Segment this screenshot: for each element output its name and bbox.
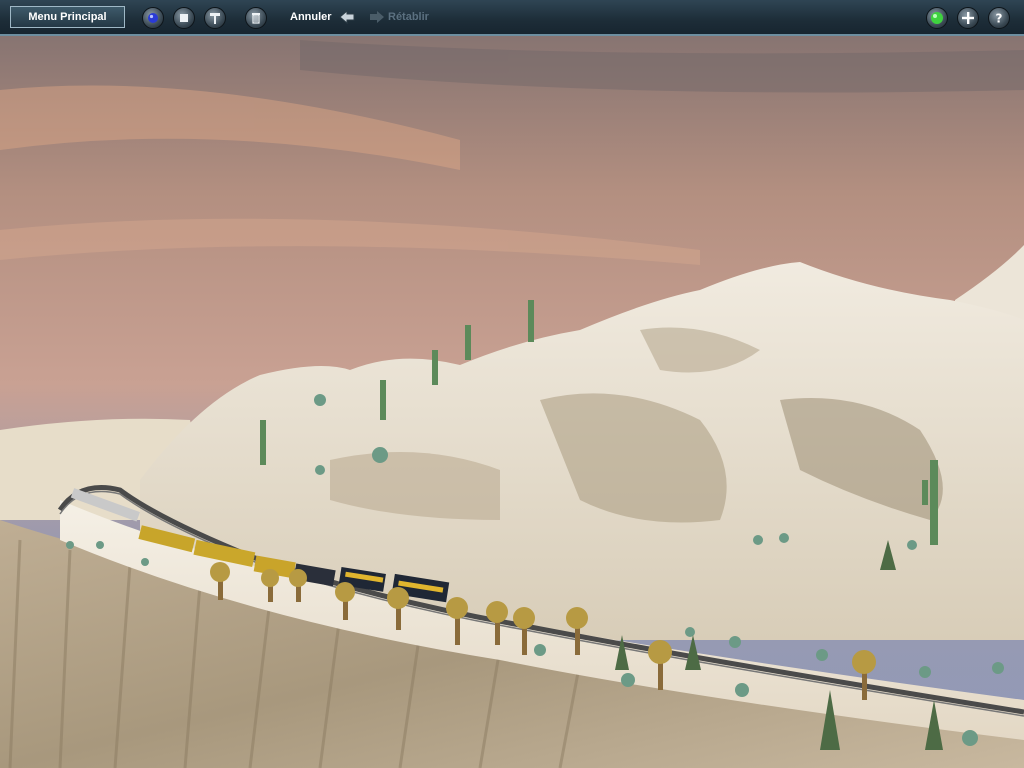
undo-arrow-icon[interactable] bbox=[338, 9, 356, 25]
trash-icon bbox=[252, 13, 260, 24]
redo-arrow-icon[interactable] bbox=[368, 9, 386, 25]
svg-text:?: ? bbox=[996, 12, 1003, 26]
stop-icon bbox=[180, 14, 188, 22]
top-toolbar: Menu Principal Annuler Rétablir ? bbox=[0, 0, 1024, 36]
track-tool-icon bbox=[210, 13, 220, 24]
help-icon: ? bbox=[996, 12, 1003, 26]
redo-button[interactable]: Rétablir bbox=[388, 11, 429, 23]
add-button[interactable] bbox=[957, 7, 979, 29]
main-menu-button[interactable]: Menu Principal bbox=[10, 6, 125, 28]
zoom-in-icon bbox=[962, 12, 974, 24]
help-button[interactable]: ? bbox=[988, 7, 1010, 29]
track-tool-button[interactable] bbox=[204, 7, 226, 29]
status-light-icon bbox=[931, 12, 943, 24]
undo-button[interactable]: Annuler bbox=[290, 11, 332, 23]
game-viewport[interactable] bbox=[0, 0, 1024, 768]
record-icon bbox=[148, 13, 158, 23]
delete-button[interactable] bbox=[245, 7, 267, 29]
status-button[interactable] bbox=[926, 7, 948, 29]
stop-button[interactable] bbox=[173, 7, 195, 29]
record-button[interactable] bbox=[142, 7, 164, 29]
